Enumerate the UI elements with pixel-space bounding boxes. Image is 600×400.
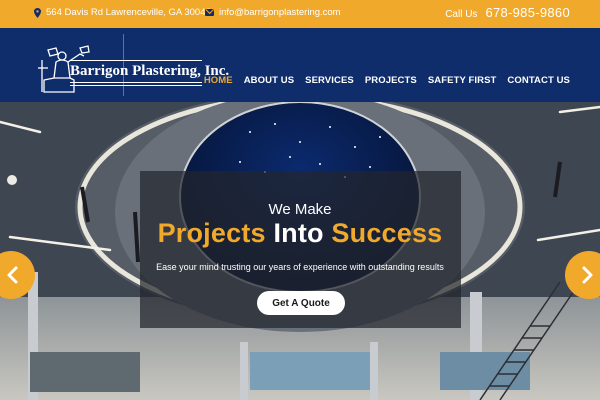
- hero-subtitle: Ease your mind trusting our years of exp…: [156, 262, 444, 272]
- address-block: 564 Davis Rd Lawrenceville, GA 30046: [34, 7, 211, 18]
- phone-number[interactable]: 678-985-9860: [485, 5, 570, 20]
- hero-heading-small: We Make: [268, 201, 332, 218]
- map-pin-icon: [34, 7, 41, 18]
- nav-contact-us[interactable]: CONTACT US: [507, 75, 570, 86]
- phone-block[interactable]: Call Us 678-985-9860: [445, 5, 570, 20]
- logo-rule-bottom: [70, 82, 202, 83]
- call-label: Call Us: [445, 9, 478, 20]
- main-nav: HOME ABOUT US SERVICES PROJECTS SAFETY F…: [204, 75, 570, 86]
- site-header: Barrigon Plastering, Inc. HOME ABOUT US …: [0, 28, 600, 102]
- top-info-bar: 564 Davis Rd Lawrenceville, GA 30046 inf…: [0, 0, 600, 28]
- logo-rule-bottom-2: [70, 85, 202, 86]
- nav-safety-first[interactable]: SAFETY FIRST: [428, 75, 497, 86]
- get-a-quote-button[interactable]: Get A Quote: [257, 291, 345, 315]
- email-link[interactable]: info@barrigonplastering.com: [219, 7, 341, 18]
- hero-heading-large: Projects Into Success: [157, 218, 443, 248]
- chevron-left-icon: [7, 266, 18, 284]
- logo-rule-top: [70, 60, 202, 61]
- slider-next-button[interactable]: [565, 251, 600, 299]
- nav-about-us[interactable]: ABOUT US: [244, 75, 294, 86]
- nav-projects[interactable]: PROJECTS: [365, 75, 417, 86]
- email-block[interactable]: info@barrigonplastering.com: [205, 7, 341, 18]
- envelope-icon: [205, 9, 214, 16]
- slider-prev-button[interactable]: [0, 251, 35, 299]
- address-text: 564 Davis Rd Lawrenceville, GA 30046: [46, 7, 211, 18]
- nav-services[interactable]: SERVICES: [305, 75, 354, 86]
- nav-home[interactable]: HOME: [204, 75, 233, 86]
- chevron-right-icon: [582, 266, 593, 284]
